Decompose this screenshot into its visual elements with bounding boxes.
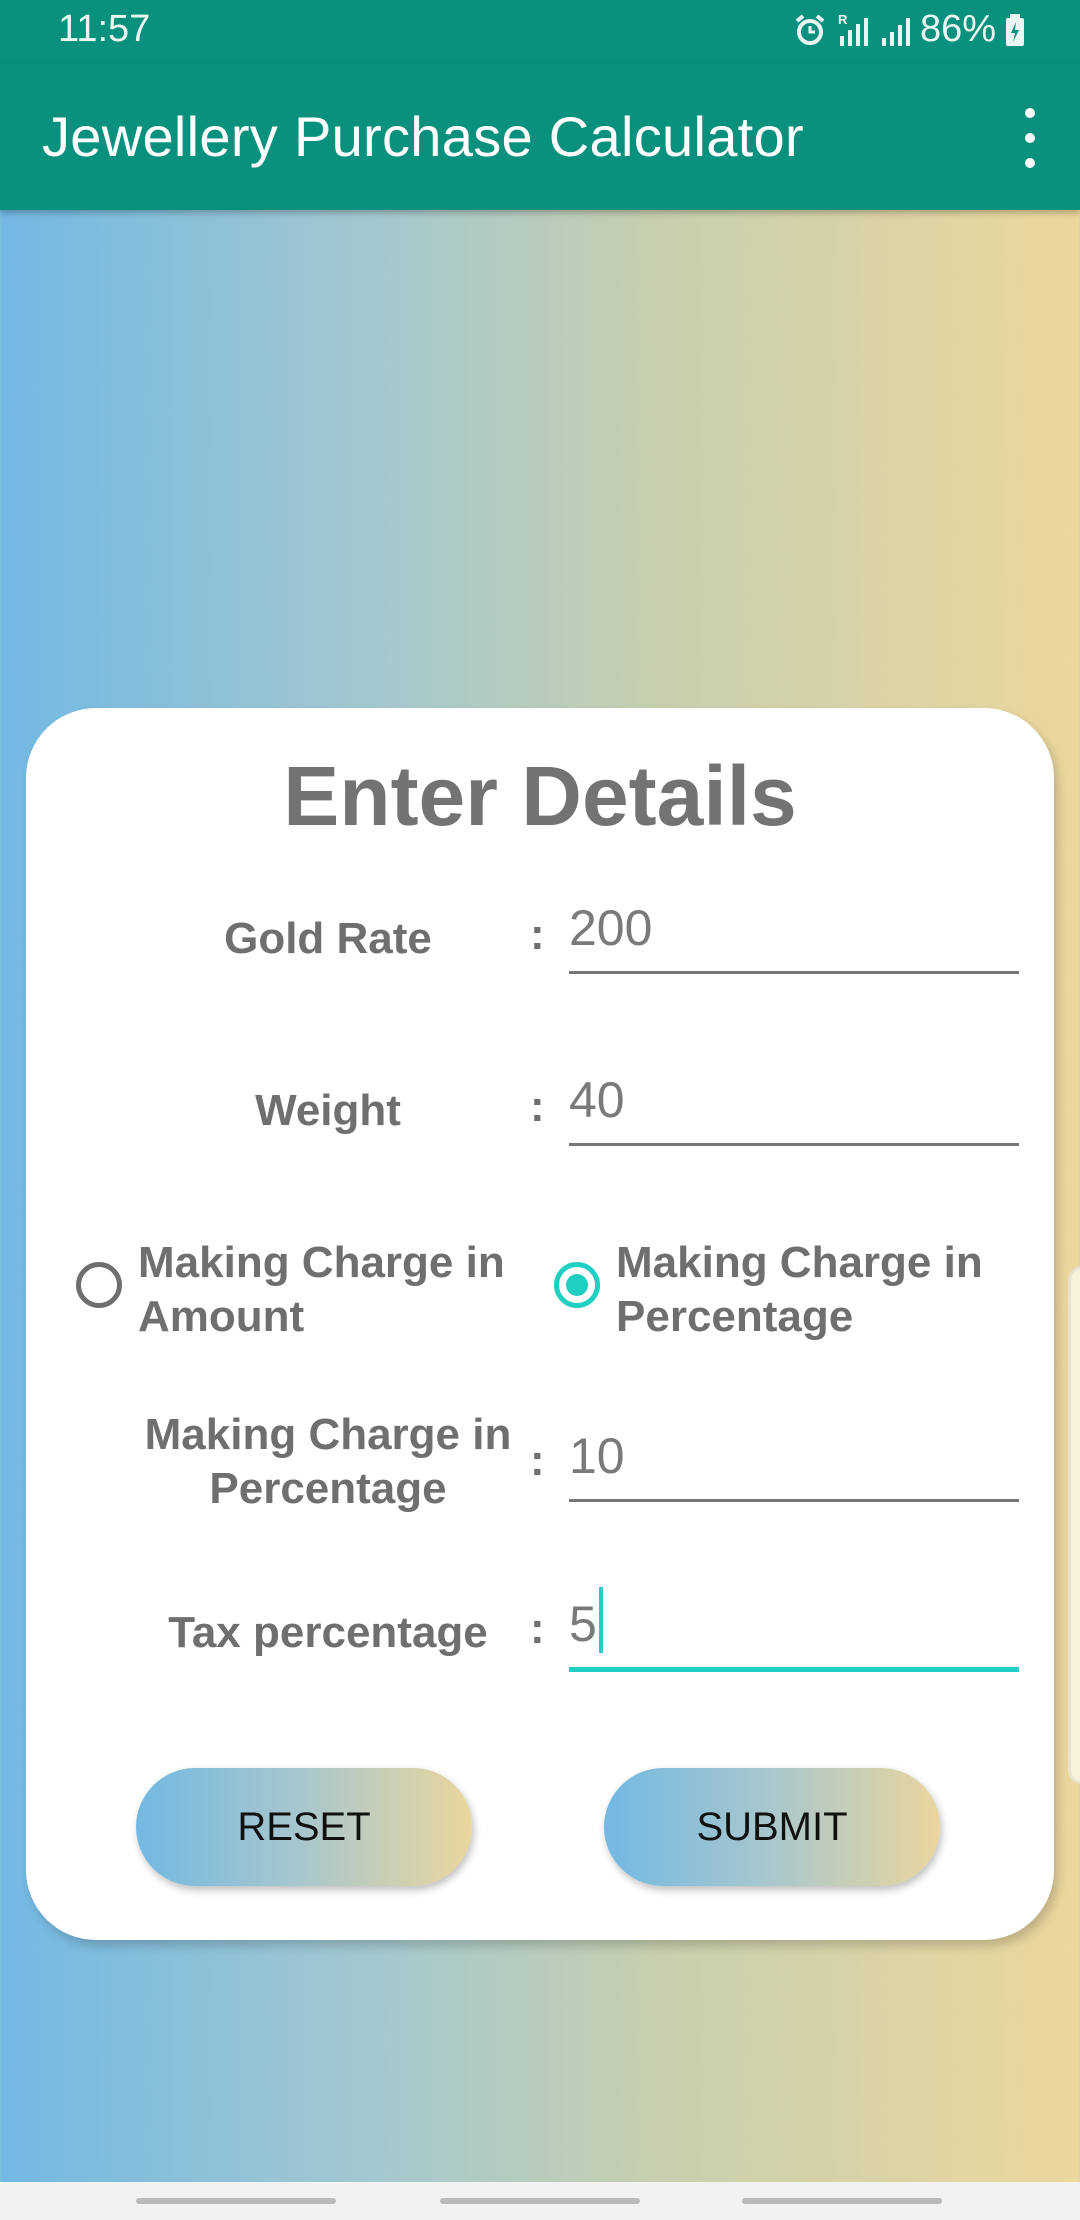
colon: :	[530, 1436, 545, 1485]
alarm-icon	[795, 13, 825, 45]
battery-percent: 86%	[919, 8, 996, 50]
nav-pill-left[interactable]	[136, 2198, 336, 2204]
making-charge-input[interactable]: 10	[569, 1428, 1019, 1502]
radio-unchecked-icon	[76, 1262, 122, 1308]
weight-label: Weight	[255, 1086, 401, 1135]
edge-panel-handle[interactable]	[1068, 1266, 1080, 1784]
colon: :	[530, 1604, 545, 1653]
radio-making-charge-amount[interactable]: Making Charge in Amount	[76, 1236, 528, 1344]
svg-text:R: R	[838, 12, 848, 27]
radio-label-percentage: Making Charge in Percentage	[616, 1238, 983, 1341]
making-charge-value: 10	[569, 1428, 625, 1484]
card-heading: Enter Details	[283, 749, 797, 843]
text-caret	[598, 1587, 603, 1653]
making-charge-label: Making Charge in Percentage	[144, 1410, 512, 1513]
signal-r-icon: R	[838, 12, 868, 46]
nav-pill-right[interactable]	[742, 2198, 942, 2204]
more-vert-icon[interactable]	[1010, 108, 1050, 168]
submit-button[interactable]: SUBMIT	[604, 1768, 940, 1886]
status-bar: 11:57 R 86%	[0, 0, 1080, 64]
tax-input[interactable]: 5	[569, 1587, 1019, 1672]
gold-rate-input[interactable]: 200	[569, 900, 1019, 974]
colon: :	[530, 910, 545, 959]
gold-rate-value: 200	[569, 900, 653, 956]
reset-button[interactable]: RESET	[136, 1768, 472, 1886]
tax-label: Tax percentage	[168, 1608, 488, 1657]
details-card: Enter Details Gold Rate : 200 Weight : 4…	[26, 708, 1054, 1940]
radio-label-amount: Making Charge in Amount	[138, 1238, 505, 1341]
colon: :	[530, 1082, 545, 1131]
making-charge-radio-group: Making Charge in Amount Making Charge in…	[76, 1236, 1036, 1346]
gold-rate-label: Gold Rate	[224, 914, 432, 963]
app-bar: Jewellery Purchase Calculator	[0, 64, 1080, 210]
signal-icon	[881, 17, 910, 46]
weight-value: 40	[569, 1072, 625, 1128]
gesture-nav-bar	[0, 2182, 1080, 2220]
radio-making-charge-percentage[interactable]: Making Charge in Percentage	[554, 1236, 1006, 1344]
status-icons: R 86%	[792, 8, 1026, 51]
weight-input[interactable]: 40	[569, 1072, 1019, 1146]
radio-checked-icon	[554, 1262, 600, 1308]
battery-charging-icon	[1006, 13, 1024, 46]
status-time: 11:57	[58, 8, 151, 50]
nav-pill-center[interactable]	[440, 2198, 640, 2204]
app-title: Jewellery Purchase Calculator	[42, 105, 804, 168]
tax-value: 5	[569, 1596, 597, 1652]
